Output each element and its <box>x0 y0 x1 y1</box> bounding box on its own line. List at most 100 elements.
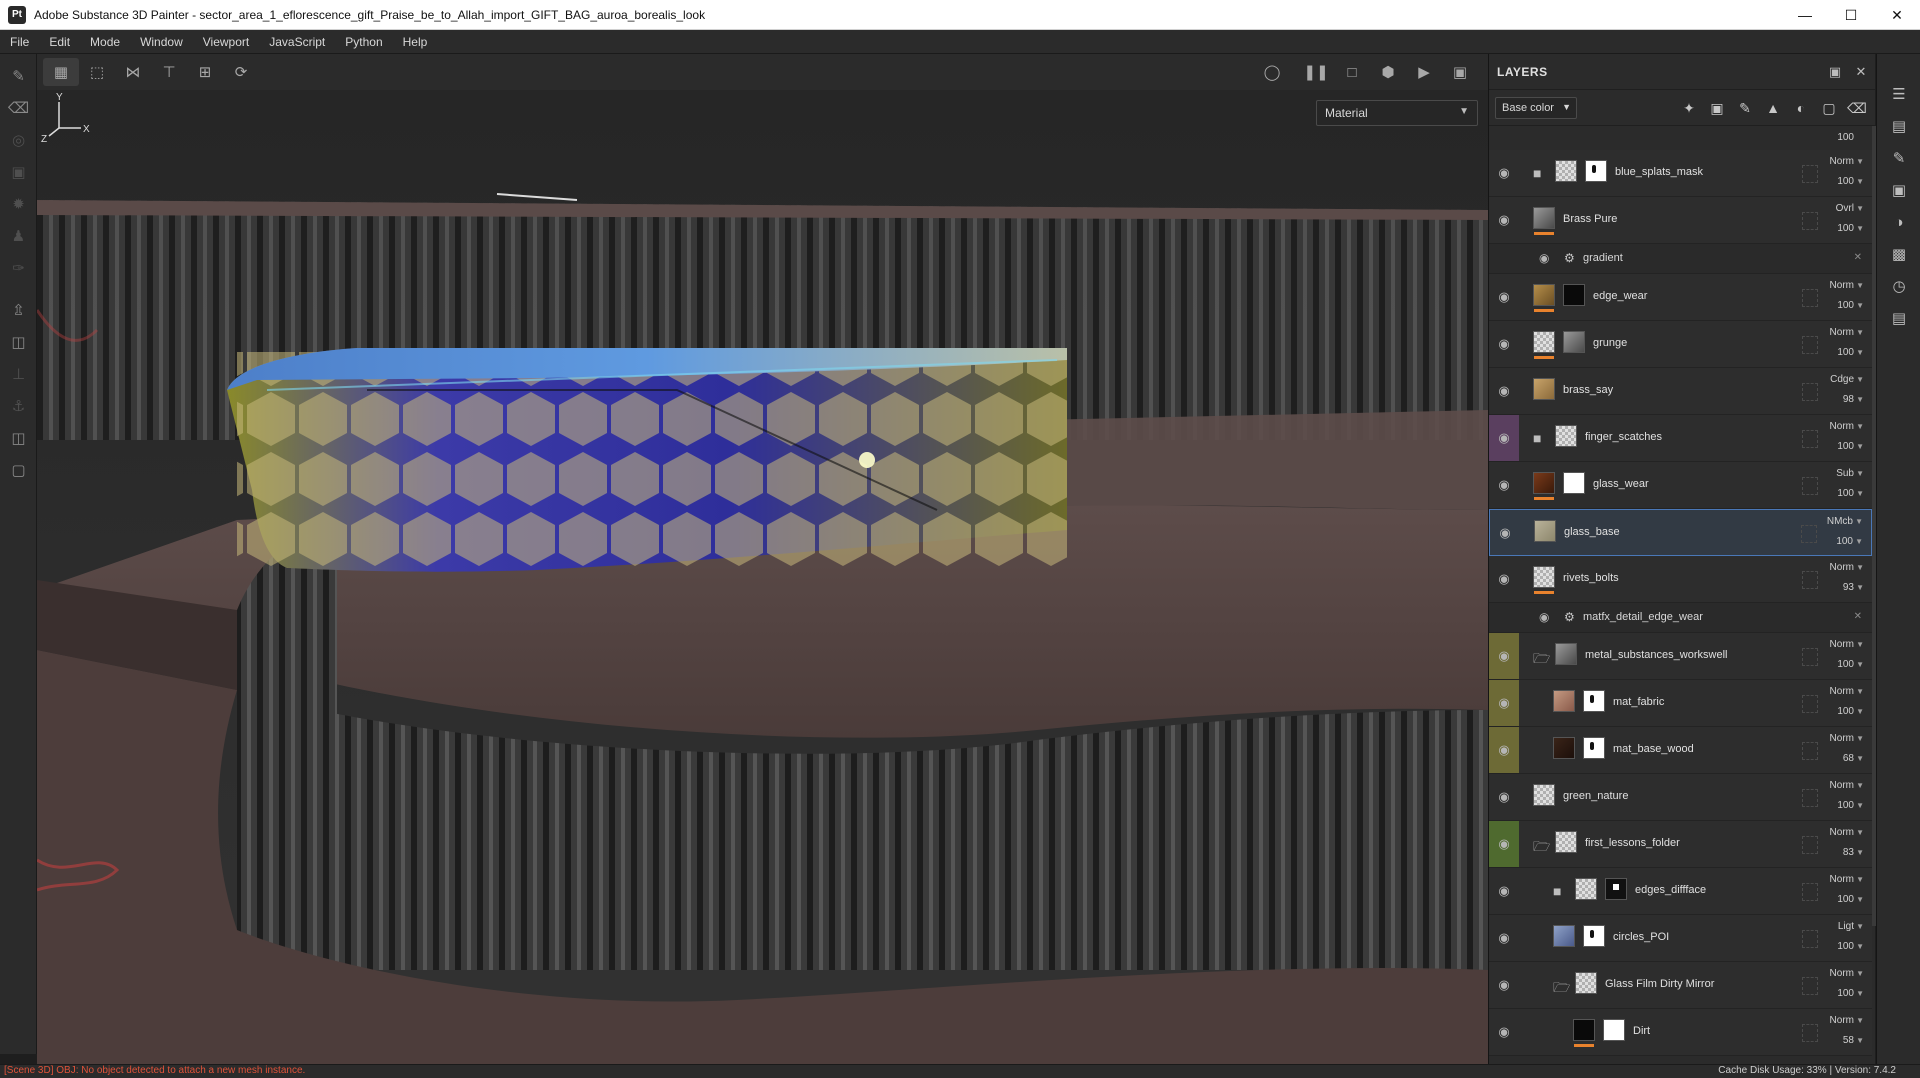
chevron-down-icon[interactable]: ▼ <box>1856 969 1864 978</box>
menu-python[interactable]: Python <box>335 35 392 49</box>
reset-view-icon[interactable]: ⟳ <box>223 58 259 86</box>
menu-mode[interactable]: Mode <box>80 35 130 49</box>
layer-opacity[interactable]: 58 <box>1843 1035 1854 1046</box>
layer-opacity[interactable]: 100 <box>1837 706 1854 717</box>
layer-opacity[interactable]: 100 <box>1837 223 1854 234</box>
layer-name[interactable]: rivets_bolts <box>1563 572 1619 584</box>
layer-name[interactable]: mat_fabric <box>1613 696 1664 708</box>
menu-help[interactable]: Help <box>393 35 438 49</box>
layer-name[interactable]: Dirt <box>1633 1025 1650 1037</box>
layer-name[interactable]: green_nature <box>1563 790 1628 802</box>
layer-row[interactable]: ◉ ■ edges_diffface Norm ▼ 100 ▼ <box>1489 868 1872 915</box>
layer-opacity[interactable]: 98 <box>1843 394 1854 405</box>
layer-name[interactable]: Glass Film Dirty Mirror <box>1605 978 1714 990</box>
layer-thumbnail[interactable] <box>1575 878 1597 900</box>
chevron-down-icon[interactable]: ▼ <box>1856 687 1864 696</box>
layer-thumbnail[interactable] <box>1533 331 1555 353</box>
smudge-icon[interactable]: ✹ <box>0 188 37 220</box>
menu-edit[interactable]: Edit <box>39 35 80 49</box>
blend-mode[interactable]: Norm <box>1830 280 1854 291</box>
clone-stamp-icon[interactable]: ♟ <box>0 220 37 252</box>
layer-thumbnail[interactable] <box>1553 690 1575 712</box>
layer-opacity[interactable]: 93 <box>1843 582 1854 593</box>
visibility-eye-icon[interactable]: ◉ <box>1489 415 1519 461</box>
close-panel-icon[interactable]: ✕ <box>1851 62 1871 82</box>
blend-toggle[interactable] <box>1802 742 1818 760</box>
layer-thumbnail[interactable] <box>1533 207 1555 229</box>
history-tab-icon[interactable]: ◷ <box>1877 270 1920 302</box>
viewport-mode-select[interactable]: Material ▼ <box>1316 100 1478 126</box>
chevron-down-icon[interactable]: ▼ <box>1856 348 1864 357</box>
layer-thumbnail[interactable] <box>1555 831 1577 853</box>
layer-thumbnail[interactable] <box>1533 378 1555 400</box>
layer-name[interactable]: first_lessons_folder <box>1585 837 1680 849</box>
layer-row[interactable]: ◉ 🗁 Glass Film Dirty Mirror Norm ▼ 100 ▼ <box>1489 962 1872 1009</box>
layer-row[interactable]: ◉ glass_base NMcb ▼ 100 ▼ <box>1489 509 1872 556</box>
camera-2d-icon[interactable]: □ <box>1334 58 1370 86</box>
blend-toggle[interactable] <box>1802 383 1818 401</box>
blend-toggle[interactable] <box>1802 836 1818 854</box>
chevron-down-icon[interactable]: ▼ <box>1856 301 1864 310</box>
menu-viewport[interactable]: Viewport <box>193 35 259 49</box>
chevron-down-icon[interactable]: ▼ <box>1856 422 1864 431</box>
chevron-down-icon[interactable]: ▼ <box>1856 848 1864 857</box>
properties-tab-icon[interactable]: ▤ <box>1877 110 1920 142</box>
blend-mode[interactable]: Norm <box>1830 733 1854 744</box>
video-camera-icon[interactable]: ▶ <box>1406 58 1442 86</box>
channel-select[interactable]: Base color ▼ <box>1495 96 1577 119</box>
visibility-eye-icon[interactable]: ◉ <box>1489 556 1519 602</box>
blend-mode[interactable]: Norm <box>1830 874 1854 885</box>
layer-list[interactable]: 100 ◉ ■ blue_splats_mask Norm ▼ 100 ▼ ◉ Brass Pu… <box>1489 126 1876 1064</box>
visibility-eye-icon[interactable]: ◉ <box>1489 868 1519 914</box>
layer-opacity[interactable]: 100 <box>1837 488 1854 499</box>
minimize-icon[interactable]: — <box>1782 0 1828 30</box>
marquee-select-icon[interactable]: ⬚ <box>79 58 115 86</box>
visibility-eye-icon[interactable]: ◉ <box>1489 962 1519 1008</box>
layer-row[interactable]: ◉ glass_wear Sub ▼ 100 ▼ <box>1489 462 1872 509</box>
layer-name[interactable]: metal_substances_workswell <box>1585 649 1727 661</box>
brush-tab-icon[interactable]: ✎ <box>1877 142 1920 174</box>
blend-mode[interactable]: NMcb <box>1827 516 1853 527</box>
add-mask-icon[interactable]: ▣ <box>1703 97 1731 119</box>
layer-opacity[interactable]: 100 <box>1837 941 1854 952</box>
pause-icon[interactable]: ❚❚ <box>1298 58 1334 86</box>
add-folder-icon[interactable]: ▢ <box>1815 97 1843 119</box>
mask-thumbnail[interactable] <box>1563 331 1585 353</box>
visibility-eye-icon[interactable]: ◉ <box>1489 1009 1519 1055</box>
remove-effect-icon[interactable]: ✕ <box>1854 611 1862 622</box>
paint-brush-icon[interactable]: ✎ <box>0 60 37 92</box>
anchor-icon[interactable]: ⚓ <box>0 390 37 422</box>
layer-row[interactable]: ◉ ■ finger_scatches Norm ▼ 100 ▼ <box>1489 415 1872 462</box>
chevron-down-icon[interactable]: ▼ <box>1856 489 1864 498</box>
layer-name[interactable]: edges_diffface <box>1635 884 1706 896</box>
layer-row[interactable]: ◉ grunge Norm ▼ 100 ▼ <box>1489 321 1872 368</box>
visibility-eye-icon[interactable]: ◉ <box>1490 510 1520 555</box>
close-icon[interactable]: ✕ <box>1874 0 1920 30</box>
chevron-down-icon[interactable]: ▼ <box>1856 828 1864 837</box>
layer-name[interactable]: glass_wear <box>1593 478 1649 490</box>
texture-set-tab-icon[interactable]: ▣ <box>1877 174 1920 206</box>
layer-name[interactable]: mat_base_wood <box>1613 743 1694 755</box>
chevron-down-icon[interactable]: ▼ <box>1856 734 1864 743</box>
select-mode-icon[interactable]: ▦ <box>43 58 79 86</box>
chevron-down-icon[interactable]: ▼ <box>1856 640 1864 649</box>
chevron-down-icon[interactable]: ▼ <box>1856 583 1864 592</box>
chevron-down-icon[interactable]: ▼ <box>1856 660 1864 669</box>
frame-icon[interactable]: ⊞ <box>187 58 223 86</box>
layer-opacity[interactable]: 100 <box>1837 988 1854 999</box>
chevron-down-icon[interactable]: ▼ <box>1856 781 1864 790</box>
layer-name[interactable]: glass_base <box>1564 526 1620 538</box>
chevron-down-icon[interactable]: ▼ <box>1856 328 1864 337</box>
blend-toggle[interactable] <box>1802 430 1818 448</box>
log-tab-icon[interactable]: ▤ <box>1877 302 1920 334</box>
layer-row[interactable]: ◉ Dirt Norm ▼ 58 ▼ <box>1489 1009 1872 1056</box>
chevron-down-icon[interactable]: ▼ <box>1856 395 1864 404</box>
blend-mode[interactable]: Ovrl <box>1836 203 1854 214</box>
layer-opacity[interactable]: 100 <box>1837 894 1854 905</box>
layer-row[interactable]: ◉ 🗁 first_lessons_folder Norm ▼ 83 ▼ <box>1489 821 1872 868</box>
visibility-eye-icon[interactable]: ◉ <box>1489 915 1519 961</box>
layer-row[interactable]: ◉ ■ blue_splats_mask Norm ▼ 100 ▼ <box>1489 150 1872 197</box>
layer-row[interactable]: ◉ green_nature Norm ▼ 100 ▼ <box>1489 774 1872 821</box>
layer-opacity[interactable]: 100 <box>1837 300 1854 311</box>
layer-opacity[interactable]: 100 <box>1837 659 1854 670</box>
